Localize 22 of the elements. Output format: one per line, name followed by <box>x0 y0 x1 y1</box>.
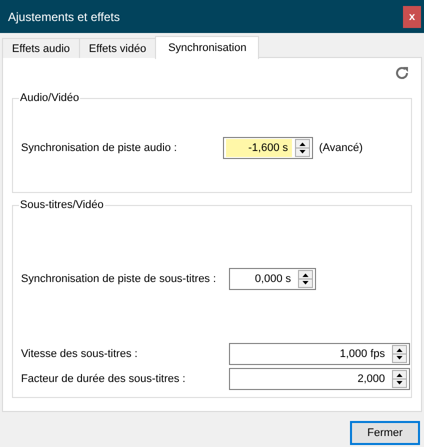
window-title: Ajustements et effets <box>8 10 120 24</box>
close-button[interactable]: x <box>403 6 421 28</box>
tab[interactable]: Effets audio <box>2 38 80 58</box>
group-title: Audio/Vidéo <box>19 92 80 104</box>
field-note: (Avancé) <box>319 142 363 154</box>
spinner-icon[interactable] <box>298 270 313 288</box>
refresh-icon[interactable] <box>395 66 409 80</box>
spinner-icon[interactable] <box>392 345 407 363</box>
field-label: Vitesse des sous-titres : <box>21 348 139 360</box>
number-field[interactable]: -1,600 s <box>223 137 313 159</box>
field-label: Facteur de durée des sous-titres : <box>21 373 186 385</box>
field-label: Synchronisation de piste de sous-titres : <box>21 273 218 285</box>
tab[interactable]: Synchronisation <box>155 36 260 59</box>
number-field[interactable]: 0,000 s <box>229 268 316 290</box>
number-field[interactable]: 2,000 <box>229 368 410 390</box>
number-field[interactable]: 1,000 fps <box>229 343 410 365</box>
tab[interactable]: Effets vidéo <box>78 38 156 58</box>
spinner-icon[interactable] <box>392 370 407 388</box>
field-label: Synchronisation de piste audio : <box>21 142 178 154</box>
group-title: Sous-titres/Vidéo <box>19 199 105 211</box>
close-dialog-button[interactable]: Fermer <box>350 421 420 445</box>
spinner-icon[interactable] <box>295 139 310 157</box>
